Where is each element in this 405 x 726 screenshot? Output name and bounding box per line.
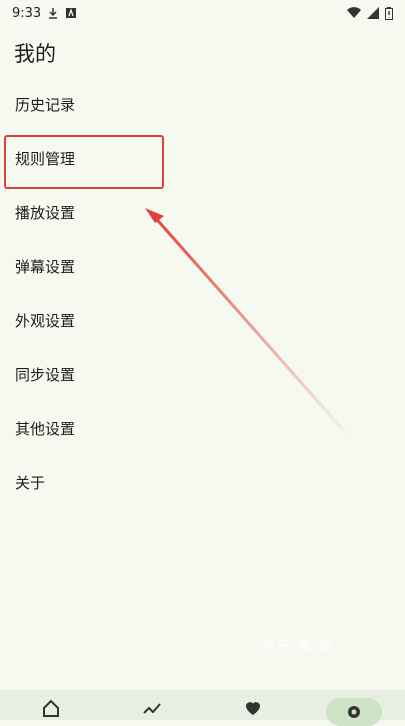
menu-item-history[interactable]: 历史记录 bbox=[0, 78, 405, 132]
trending-icon bbox=[143, 703, 161, 714]
watermark: 乐乐 看 家 bbox=[262, 640, 335, 655]
menu-item-sync[interactable]: 同步设置 bbox=[0, 348, 405, 402]
home-icon bbox=[42, 699, 59, 717]
menu-item-playback[interactable]: 播放设置 bbox=[0, 186, 405, 240]
notification-a-icon bbox=[66, 8, 77, 18]
menu-item-other[interactable]: 其他设置 bbox=[0, 402, 405, 456]
page-title: 我的 bbox=[14, 42, 56, 66]
status-bar: 9:33 bbox=[0, 0, 405, 26]
status-left: 9:33 bbox=[12, 6, 77, 21]
status-time: 9:33 bbox=[12, 5, 42, 21]
highlight-box bbox=[4, 135, 164, 189]
settings-icon bbox=[348, 706, 361, 718]
bottom-nav bbox=[0, 690, 405, 726]
heart-icon bbox=[246, 702, 261, 715]
menu-item-about[interactable]: 关于 bbox=[0, 456, 405, 510]
menu-item-appearance[interactable]: 外观设置 bbox=[0, 294, 405, 348]
nav-trending[interactable] bbox=[120, 690, 184, 720]
menu-item-danmaku[interactable]: 弹幕设置 bbox=[0, 240, 405, 294]
nav-favorites[interactable] bbox=[221, 690, 285, 720]
signal-icon bbox=[367, 7, 379, 19]
nav-settings[interactable] bbox=[322, 690, 386, 726]
wifi-icon bbox=[347, 7, 361, 19]
nav-home[interactable] bbox=[19, 690, 83, 720]
battery-icon bbox=[385, 6, 393, 20]
download-icon bbox=[49, 8, 58, 19]
nav-settings-active-pill bbox=[326, 698, 383, 726]
status-right bbox=[347, 6, 393, 20]
